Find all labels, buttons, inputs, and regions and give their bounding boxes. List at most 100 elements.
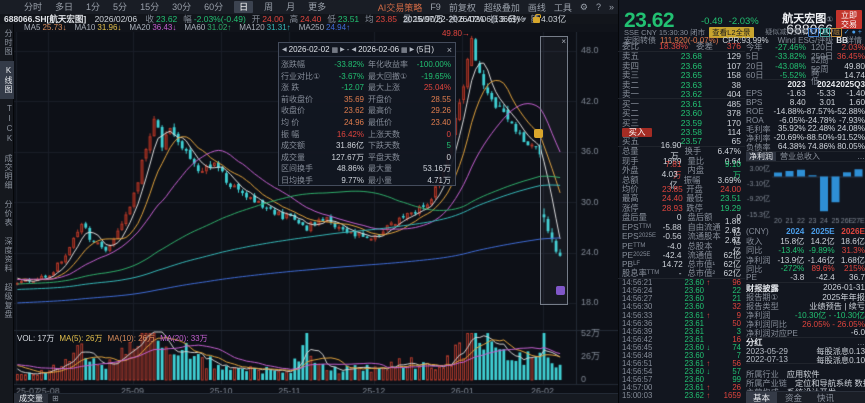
- stat-value: -: [662, 268, 688, 278]
- range-stat-label: 年化收益率: [368, 59, 412, 71]
- estimate-value: 89.6%: [804, 264, 834, 273]
- info-field-label: 均: [365, 14, 374, 24]
- fin-metric-label: BPS: [746, 98, 776, 107]
- calendar-icon[interactable]: ▦: [332, 46, 339, 54]
- report-value: -6.0: [798, 328, 865, 337]
- prev-date-icon2[interactable]: ◀: [351, 46, 356, 53]
- toolbar-tab-分时[interactable]: 分时: [22, 1, 44, 13]
- range-stat-value: 5: [412, 140, 455, 152]
- fin-metric-value: 80.05%: [835, 142, 865, 151]
- help-icon[interactable]: ?: [596, 2, 601, 12]
- toolbar-item-2[interactable]: 前复权: [449, 1, 476, 14]
- news-flag-icon[interactable]: [534, 129, 543, 138]
- range-stat-value: -33.82%: [321, 59, 368, 71]
- range-stat-value: 24.96: [321, 117, 368, 129]
- dividend-row-1: 2022-07-13每股派息0.10: [746, 356, 865, 365]
- ma-label-MA120: MA120: [239, 24, 264, 32]
- next-date-icon2[interactable]: ▶: [410, 46, 415, 53]
- ma-value-MA250: 24.94↑: [326, 24, 350, 32]
- fin-metric-value: 74.86%: [806, 142, 836, 151]
- range-statistics-panel: ◀ 2026-02-02 ▦ ▶ - ◀ 2026-02-06 ▦ ▶ (5日)…: [278, 42, 456, 186]
- bottom-tab-基本[interactable]: 基本: [746, 392, 777, 403]
- range-stat-value: 31.86亿: [321, 140, 368, 152]
- ma-value-MA10: 31.96↓: [97, 24, 121, 32]
- more-icon[interactable]: »: [609, 2, 614, 12]
- trade-volume: 1659: [713, 391, 741, 400]
- toolbar-item-0[interactable]: AI交易策略: [378, 1, 423, 14]
- fin-table-row-BPS: BPS8.403.011.60: [746, 98, 865, 107]
- sup-label: TTM: [633, 243, 645, 249]
- range-stat-value: 16.42%: [321, 129, 368, 141]
- range-stat-value: 28.55: [412, 94, 455, 106]
- fin-metric-value: -7.93%: [836, 116, 865, 125]
- trade-direction-icon: ↓: [704, 343, 713, 352]
- fin-table-row-ROE: ROE-14.88%-87.57%-52.88%: [746, 107, 865, 116]
- toolbar-right-group: AI交易策略 F9 前复权超级叠加画线工具 ⚙? »: [378, 1, 614, 14]
- sup-label: 2025E: [639, 233, 656, 239]
- order-price: 23.60: [652, 108, 702, 118]
- perf-value: -5.52%: [772, 70, 806, 80]
- toolbar-tab-更多[interactable]: 更多: [306, 1, 328, 13]
- range-stat-label: 收盘价: [281, 105, 321, 117]
- ma-value-MA5: 25.73↓: [42, 24, 66, 32]
- sidebar-item-分价表[interactable]: 分价表: [0, 195, 14, 232]
- range-stat-value: 0: [412, 152, 455, 164]
- event-marker-icon[interactable]: [556, 286, 565, 295]
- range-stat-value: 29.26: [412, 105, 455, 117]
- ma-label-MA60: MA60: [184, 24, 205, 32]
- trade-time: 15:00:03: [622, 391, 668, 400]
- toolbar-tab-60分[interactable]: 60分: [202, 1, 225, 13]
- order-price: 23.66: [652, 61, 702, 71]
- range-stat-label: 前收盘价: [281, 94, 321, 106]
- info-field-value: 4.03亿: [541, 14, 566, 24]
- toolbar-item-1[interactable]: F9: [430, 2, 441, 12]
- range-stat-value: 23.40: [412, 117, 455, 129]
- bottom-tab-资金[interactable]: 资金: [778, 392, 809, 403]
- sidebar-item-超级复盘[interactable]: 超级复盘: [0, 278, 14, 324]
- vol-header-item-2: MA(10): 26万: [107, 333, 155, 344]
- gear-icon[interactable]: ⚙: [580, 2, 588, 13]
- toolbar-tab-月[interactable]: 月: [284, 1, 297, 13]
- toolbar-item-5[interactable]: 工具: [554, 1, 572, 14]
- sidebar-item-成交明细[interactable]: 成交明细: [0, 149, 14, 195]
- estimate-value: -272%: [774, 264, 804, 273]
- sidebar-item-TICK[interactable]: TICK: [0, 99, 14, 149]
- next-date-icon[interactable]: ▶: [340, 46, 345, 53]
- toolbar-tab-5分[interactable]: 5分: [111, 1, 129, 13]
- prev-date-icon[interactable]: ◀: [282, 46, 287, 53]
- sidebar-item-深度资料[interactable]: 深度资料: [0, 232, 14, 278]
- range-stat-value: 9.77%: [321, 175, 368, 187]
- sidebar-item-分时图[interactable]: 分时图: [0, 24, 14, 61]
- more-dots-icon[interactable]: …: [857, 152, 865, 161]
- period-tabs: 分时多日 1分 5分 15分 30分 60分日周月更多: [0, 1, 328, 13]
- close-icon[interactable]: ×: [561, 37, 566, 46]
- calendar-icon2[interactable]: ▦: [401, 46, 408, 54]
- sidebar-item-K线图[interactable]: K线图: [0, 61, 14, 99]
- range-stat-value: 0: [412, 129, 455, 141]
- fin-metric-value: -6.05%: [776, 116, 805, 125]
- bottom-tab-快讯[interactable]: 快讯: [810, 392, 841, 403]
- toolbar-item-3[interactable]: 超级叠加: [484, 1, 520, 14]
- ma-label-MA10: MA10: [74, 24, 95, 32]
- toolbar-item-4[interactable]: 画线: [528, 1, 546, 14]
- toolbar-tab-多日[interactable]: 多日: [53, 1, 75, 13]
- toolbar-tab-15分[interactable]: 15分: [138, 1, 161, 13]
- toolbar-tab-日[interactable]: 日: [234, 1, 253, 13]
- add-indicator-icon[interactable]: ⊞: [52, 394, 59, 403]
- ma-label-MA250: MA250: [299, 24, 324, 32]
- toolbar-tab-周[interactable]: 周: [262, 1, 275, 13]
- range-end-date[interactable]: 2026-02-06: [358, 45, 399, 54]
- range-stat-label: 日均换手: [281, 175, 321, 187]
- lock-icon[interactable]: [533, 17, 540, 23]
- profit-tab-营业总收入[interactable]: 营业总收入: [780, 151, 820, 162]
- range-start-date[interactable]: 2026-02-02: [289, 45, 330, 54]
- left-sidebar: 分时图K线图TICK成交明细分价表深度资料超级复盘: [0, 24, 14, 403]
- close-icon[interactable]: ×: [447, 45, 452, 55]
- profit-tab-净利润[interactable]: 净利润: [746, 152, 776, 161]
- range-selection-rect[interactable]: ×: [540, 36, 568, 305]
- toolbar-tab-30分[interactable]: 30分: [170, 1, 193, 13]
- volume-tab[interactable]: 成交量: [14, 394, 48, 403]
- perf-value: 2.03%: [836, 42, 865, 52]
- toolbar-tab-1分[interactable]: 1分: [84, 1, 102, 13]
- range-stat-value: 53.16万: [412, 163, 455, 175]
